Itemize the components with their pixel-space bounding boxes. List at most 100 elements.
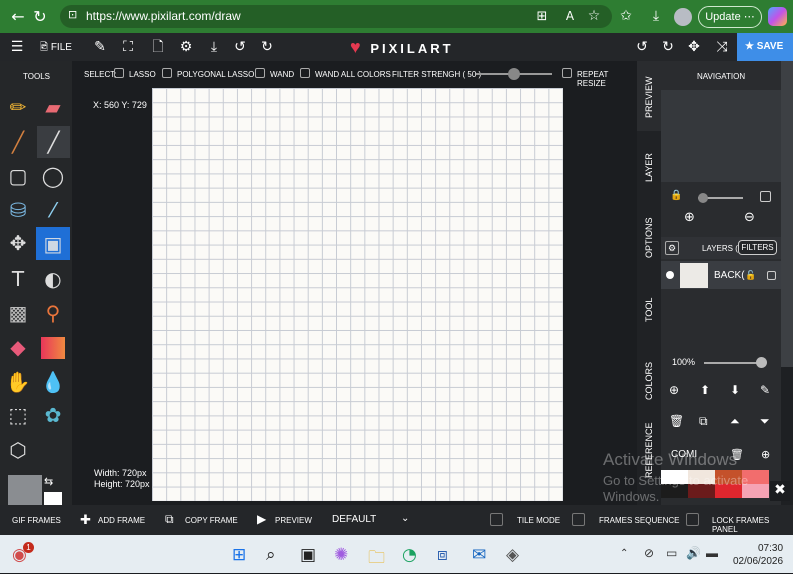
redo-right-icon[interactable]: ↻	[656, 33, 680, 61]
opacity-handle[interactable]	[756, 357, 767, 368]
edge-browser-icon[interactable]: ◔	[402, 545, 417, 565]
gif-frames-label[interactable]: GIF FRAMES	[12, 516, 61, 525]
file-menu[interactable]: 🖻 FILE	[40, 40, 72, 57]
cube-icon[interactable]: ⬡	[3, 435, 33, 465]
battery-icon[interactable]: ▬	[706, 546, 718, 560]
layer-down-icon[interactable]: ⬇	[730, 383, 740, 397]
eyedropper-icon[interactable]: ✎	[88, 33, 112, 61]
undo-right-icon[interactable]: ↺	[630, 33, 654, 61]
copy-frame-icon[interactable]: ⧉	[165, 512, 174, 527]
save-button[interactable]: ★ SAVE	[737, 33, 793, 61]
network-app-icon[interactable]: ◈	[506, 545, 519, 565]
menu-hamburger-icon[interactable]: ☰	[5, 33, 29, 61]
layer-lock-icon[interactable]: 🔓	[745, 270, 756, 281]
layer-up-icon[interactable]: ⬆	[700, 383, 710, 397]
add-layer-icon[interactable]: ⊕	[669, 383, 679, 397]
scrollbar-thumb[interactable]	[781, 61, 793, 367]
layer-checkbox[interactable]	[767, 271, 776, 280]
drop-icon[interactable]: 💧	[38, 367, 68, 397]
line-tool-icon[interactable]: ╱	[37, 126, 70, 158]
color-picker-icon[interactable]: ⁄	[38, 195, 68, 225]
lock-frames-checkbox[interactable]	[686, 513, 699, 526]
reload-icon[interactable]: ↻	[28, 0, 52, 33]
favorite-star-icon[interactable]: ☆	[582, 0, 606, 33]
layer-visibility-icon[interactable]	[666, 271, 674, 279]
secondary-color-swatch[interactable]	[44, 492, 62, 505]
eraser-icon[interactable]: ▰	[38, 92, 68, 122]
stamp-icon[interactable]: ⚲	[38, 298, 68, 328]
search-icon[interactable]: ⌕	[266, 545, 276, 565]
nav-checkbox[interactable]	[760, 191, 771, 202]
shuffle-icon[interactable]: ⤨	[710, 33, 734, 61]
blend-add-icon[interactable]: ⊕	[761, 448, 770, 461]
lock-icon[interactable]: ⊡	[68, 8, 77, 21]
add-frame-label[interactable]: ADD FRAME	[98, 516, 145, 525]
nav-zoom-handle[interactable]	[698, 193, 708, 203]
zoom-in-icon[interactable]: ⊕	[684, 210, 695, 225]
start-windows-icon[interactable]: ⊞	[232, 545, 246, 565]
bucket-icon[interactable]: ⛁	[3, 195, 33, 225]
repeat-resize-checkbox[interactable]	[562, 68, 572, 78]
close-palette-icon[interactable]: ✖	[770, 481, 790, 501]
wand-all-colors-checkbox[interactable]	[300, 68, 310, 78]
clock-date[interactable]: 02/06/2026	[733, 556, 783, 567]
circle-icon[interactable]: ◯	[38, 161, 68, 191]
lighten-icon[interactable]: ◐	[38, 264, 68, 294]
zoom-out-icon[interactable]: ⊖	[744, 210, 755, 225]
brush-icon[interactable]: ╱	[3, 127, 33, 157]
update-button[interactable]: Update ⋯	[698, 6, 762, 28]
tray-chevron-icon[interactable]: ⌃	[620, 548, 628, 559]
swap-colors-icon[interactable]: ⇆	[44, 475, 62, 489]
redo-icon[interactable]: ↻	[255, 33, 279, 61]
settings-cogs-icon[interactable]: ⚙	[174, 33, 198, 61]
tab-colors[interactable]: COLORS	[644, 362, 654, 400]
tile-mode-checkbox[interactable]	[490, 513, 503, 526]
store-icon[interactable]: ⧈	[437, 545, 448, 565]
pixilart-logo[interactable]: ♥ PIXILART	[350, 38, 454, 56]
blob-icon[interactable]: ✿	[38, 400, 68, 430]
wifi-off-icon[interactable]: ⊘	[644, 546, 654, 560]
downloads-icon[interactable]: ⤓	[644, 0, 668, 33]
app-available-icon[interactable]: ⊞	[530, 0, 554, 33]
gradient-icon[interactable]	[41, 337, 65, 359]
primary-color-swatch[interactable]	[8, 475, 42, 505]
tab-preview[interactable]: PREVIEW	[644, 76, 654, 118]
lasso-checkbox[interactable]	[114, 68, 124, 78]
file-explorer-icon[interactable]: 🗀	[368, 545, 385, 574]
rectangle-icon[interactable]: ▢	[3, 161, 33, 191]
add-frame-icon[interactable]: ✚	[80, 512, 91, 528]
filter-strength-handle[interactable]	[508, 68, 520, 80]
merge-down-icon[interactable]: ⏷	[760, 414, 770, 429]
tab-tool[interactable]: TOOL	[644, 298, 654, 322]
monitor-icon[interactable]: ▭	[666, 546, 677, 560]
dither-icon[interactable]: ▩	[3, 298, 33, 328]
move-tool-icon[interactable]: ✥	[3, 228, 33, 258]
preview-label[interactable]: PREVIEW	[275, 516, 312, 525]
layer-settings-icon[interactable]: ⚙	[665, 241, 679, 255]
move-icon[interactable]: ✥	[682, 33, 706, 61]
speed-chevron-icon[interactable]: ⌄	[401, 513, 409, 524]
task-view-icon[interactable]: ▣	[300, 545, 316, 565]
speed-select[interactable]: DEFAULT	[332, 514, 376, 525]
read-aloud-icon[interactable]: A	[558, 0, 582, 33]
delete-layer-icon[interactable]: 🗑	[669, 414, 684, 428]
tab-layer[interactable]: LAYER	[644, 153, 654, 182]
opacity-slider[interactable]	[704, 362, 762, 364]
hand-pan-icon[interactable]: ✋	[3, 367, 33, 397]
favorites-icon[interactable]: ✩	[614, 0, 638, 33]
wand-checkbox[interactable]	[255, 68, 265, 78]
tab-options[interactable]: OPTIONS	[644, 217, 654, 258]
filters-button[interactable]: FILTERS	[738, 240, 777, 255]
profile-avatar[interactable]	[674, 8, 692, 26]
resize-icon[interactable]: ⛶	[116, 33, 140, 61]
new-page-icon[interactable]: 🗋	[146, 33, 170, 61]
play-icon[interactable]: ▶	[257, 512, 266, 526]
gradient-eraser-icon[interactable]: ◆	[3, 332, 33, 362]
lock-icon[interactable]: 🔒	[670, 190, 682, 201]
edit-layer-icon[interactable]: ✎	[760, 383, 770, 397]
polygonal-lasso-checkbox[interactable]	[162, 68, 172, 78]
volume-icon[interactable]: 🔊	[686, 546, 701, 560]
duplicate-layer-icon[interactable]: ⧉	[699, 414, 708, 429]
copilot-taskbar-icon[interactable]: ✺	[334, 545, 348, 565]
clock-time[interactable]: 07:30	[758, 543, 783, 554]
